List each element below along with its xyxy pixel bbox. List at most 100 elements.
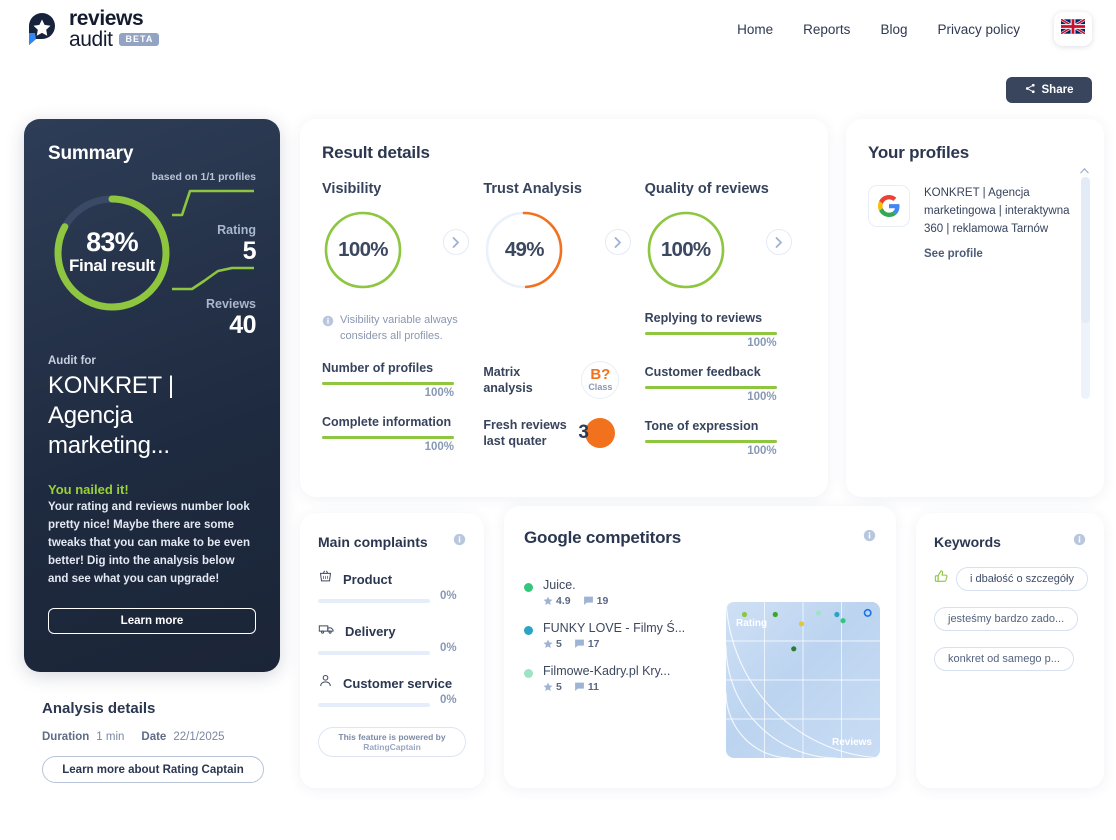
star-icon bbox=[543, 682, 553, 691]
person-icon bbox=[318, 673, 333, 693]
duration-value: 1 min bbox=[96, 731, 125, 743]
complaint-bar bbox=[318, 703, 430, 707]
complaint-bar bbox=[318, 651, 430, 655]
nav-item-reports[interactable]: Reports bbox=[803, 22, 850, 37]
thumbs-up-icon bbox=[934, 569, 949, 589]
brand-logo[interactable]: reviews audit BETA bbox=[24, 8, 160, 50]
google-logo-icon bbox=[868, 185, 910, 227]
matrix-class-grade: B? bbox=[590, 365, 611, 383]
main-complaints-title: Main complaints bbox=[318, 534, 428, 550]
gauge-visibility-expand-button[interactable] bbox=[443, 229, 470, 255]
gauge-quality-expand-button[interactable] bbox=[765, 229, 792, 255]
metric-value: 100% bbox=[747, 337, 777, 349]
audit-company-name: KONKRET | Agencja marketing... bbox=[48, 372, 174, 459]
powered-by-badge[interactable]: This feature is powered by RatingCaptain bbox=[318, 727, 466, 757]
keyword-chip[interactable]: konkret od samego p... bbox=[934, 647, 1074, 671]
matrix-axis-label-rating: Rating bbox=[736, 618, 768, 629]
visibility-note: Visibility variable always considers all… bbox=[322, 313, 472, 345]
nav-item-privacy-policy[interactable]: Privacy policy bbox=[937, 22, 1020, 37]
metric-label: Customer feedback bbox=[644, 365, 761, 379]
metric-complete-information: Complete information 100% bbox=[322, 415, 454, 453]
google-competitors-card: Google competitors Juice. 4.9 19 FUNKY L… bbox=[504, 506, 896, 788]
complaint-customer-service: Customer service 0% bbox=[318, 673, 466, 707]
complaint-bar bbox=[318, 599, 430, 603]
uk-flag-icon bbox=[1060, 18, 1086, 39]
see-profile-link[interactable]: See profile bbox=[924, 248, 983, 260]
matrix-analysis-row: Matrix analysis B? Class bbox=[483, 361, 644, 399]
metric-value: 100% bbox=[747, 391, 777, 403]
info-icon[interactable] bbox=[863, 529, 876, 547]
gauge-trust-analysis: Trust Analysis 49% bbox=[483, 181, 644, 291]
gauge-trust-expand-button[interactable] bbox=[604, 229, 631, 255]
matrix-axis-label-reviews: Reviews bbox=[831, 737, 872, 748]
summary-based-on: based on 1/1 profiles bbox=[151, 171, 256, 183]
keywords-title: Keywords bbox=[934, 534, 1001, 550]
share-button-label: Share bbox=[1041, 84, 1074, 96]
competitor-reviews: 17 bbox=[574, 638, 600, 650]
powered-by-line2: RatingCaptain bbox=[363, 742, 421, 752]
matrix-class-badge: B? Class bbox=[581, 361, 620, 399]
reviews-audit-logo-icon bbox=[24, 11, 60, 47]
metric-number-of-profiles: Number of profiles 100% bbox=[322, 361, 454, 399]
reviews-value: 40 bbox=[229, 310, 256, 339]
gauge-quality-of-reviews: Quality of reviews 100% bbox=[645, 181, 806, 291]
main-complaints-card: Main complaints Product 0% Delivery 0% C… bbox=[300, 513, 484, 788]
keyword-chip[interactable]: i dbałość o szczegóły bbox=[956, 567, 1088, 591]
reviews-label: Reviews bbox=[205, 297, 256, 311]
metric-value: 100% bbox=[424, 386, 454, 399]
info-icon[interactable] bbox=[453, 533, 466, 551]
right-metrics-column: Replying to reviews 100% Customer feedba… bbox=[644, 291, 806, 457]
reviews-sparkline-block: Reviews 40 bbox=[170, 263, 257, 339]
gauges-row: Visibility 100% Trust Analysis 49% Quali… bbox=[322, 181, 806, 291]
competitor-color-dot bbox=[524, 626, 533, 635]
scroll-up-arrow-icon[interactable] bbox=[1080, 161, 1089, 179]
learn-more-rating-captain-button[interactable]: Learn more about Rating Captain bbox=[42, 756, 264, 783]
truck-icon bbox=[318, 621, 335, 641]
your-profiles-title: Your profiles bbox=[868, 143, 969, 162]
info-icon[interactable] bbox=[1073, 533, 1086, 551]
comment-icon bbox=[574, 639, 584, 648]
basket-icon bbox=[318, 569, 333, 589]
metric-value: 100% bbox=[424, 440, 454, 453]
keyword-row: i dbałość o szczegóły bbox=[934, 567, 1088, 591]
nav-item-blog[interactable]: Blog bbox=[880, 22, 907, 37]
keyword-chip[interactable]: jesteśmy bardzo zado... bbox=[934, 607, 1079, 631]
app-root: reviews audit BETA Home Reports Blog Pri… bbox=[0, 0, 1116, 840]
summary-card: Summary based on 1/1 profiles 83% Final … bbox=[24, 119, 280, 672]
gauge-quality-label: Quality of reviews bbox=[644, 181, 769, 197]
final-result-label: Final result bbox=[69, 256, 155, 276]
language-switcher[interactable] bbox=[1054, 12, 1092, 46]
metric-replying-to-reviews: Replying to reviews 100% bbox=[644, 311, 777, 349]
learn-more-button[interactable]: Learn more bbox=[48, 608, 256, 635]
page-header: reviews audit BETA Home Reports Blog Pri… bbox=[0, 0, 1116, 58]
main-nav: Home Reports Blog Privacy policy bbox=[737, 12, 1092, 46]
chevron-right-icon bbox=[775, 236, 782, 248]
middle-metrics-column: Matrix analysis B? Class Fresh reviews l… bbox=[483, 291, 644, 457]
keywords-card: Keywords i dbałość o szczegóły jesteśmy … bbox=[916, 513, 1104, 788]
chevron-right-icon bbox=[614, 236, 621, 248]
star-icon bbox=[543, 596, 553, 605]
date-label: Date bbox=[141, 731, 167, 743]
competitor-rating: 5 bbox=[543, 638, 562, 650]
nav-item-home[interactable]: Home bbox=[737, 22, 773, 37]
chevron-right-icon bbox=[452, 236, 460, 248]
competitor-name: FUNKY LOVE - Filmy Ś... bbox=[543, 621, 686, 635]
competitor-reviews: 19 bbox=[583, 595, 608, 607]
date-value: 22/1/2025 bbox=[173, 731, 225, 743]
nailed-description: Your rating and reviews number look pret… bbox=[48, 501, 250, 585]
metric-tone-of-expression: Tone of expression 100% bbox=[644, 419, 777, 457]
fresh-reviews-row: Fresh reviews last quater 3 bbox=[483, 417, 644, 450]
gauge-quality-value: 100% bbox=[660, 238, 711, 261]
fresh-reviews-value: 3 bbox=[578, 422, 589, 444]
profiles-scrollbar-thumb[interactable] bbox=[1081, 177, 1090, 323]
matrix-class-word: Class bbox=[588, 381, 613, 392]
complaint-value: 0% bbox=[440, 590, 457, 602]
competitors-matrix-chart: Rating Reviews bbox=[726, 602, 880, 758]
keyword-row: jesteśmy bardzo zado... bbox=[934, 607, 1086, 631]
gauge-trust-label: Trust Analysis bbox=[483, 181, 582, 197]
comment-icon bbox=[583, 596, 593, 605]
left-metrics-column: Visibility variable always considers all… bbox=[322, 291, 483, 457]
share-icon bbox=[1025, 83, 1036, 97]
metric-label: Tone of expression bbox=[644, 419, 759, 433]
share-button[interactable]: Share bbox=[1006, 77, 1092, 103]
